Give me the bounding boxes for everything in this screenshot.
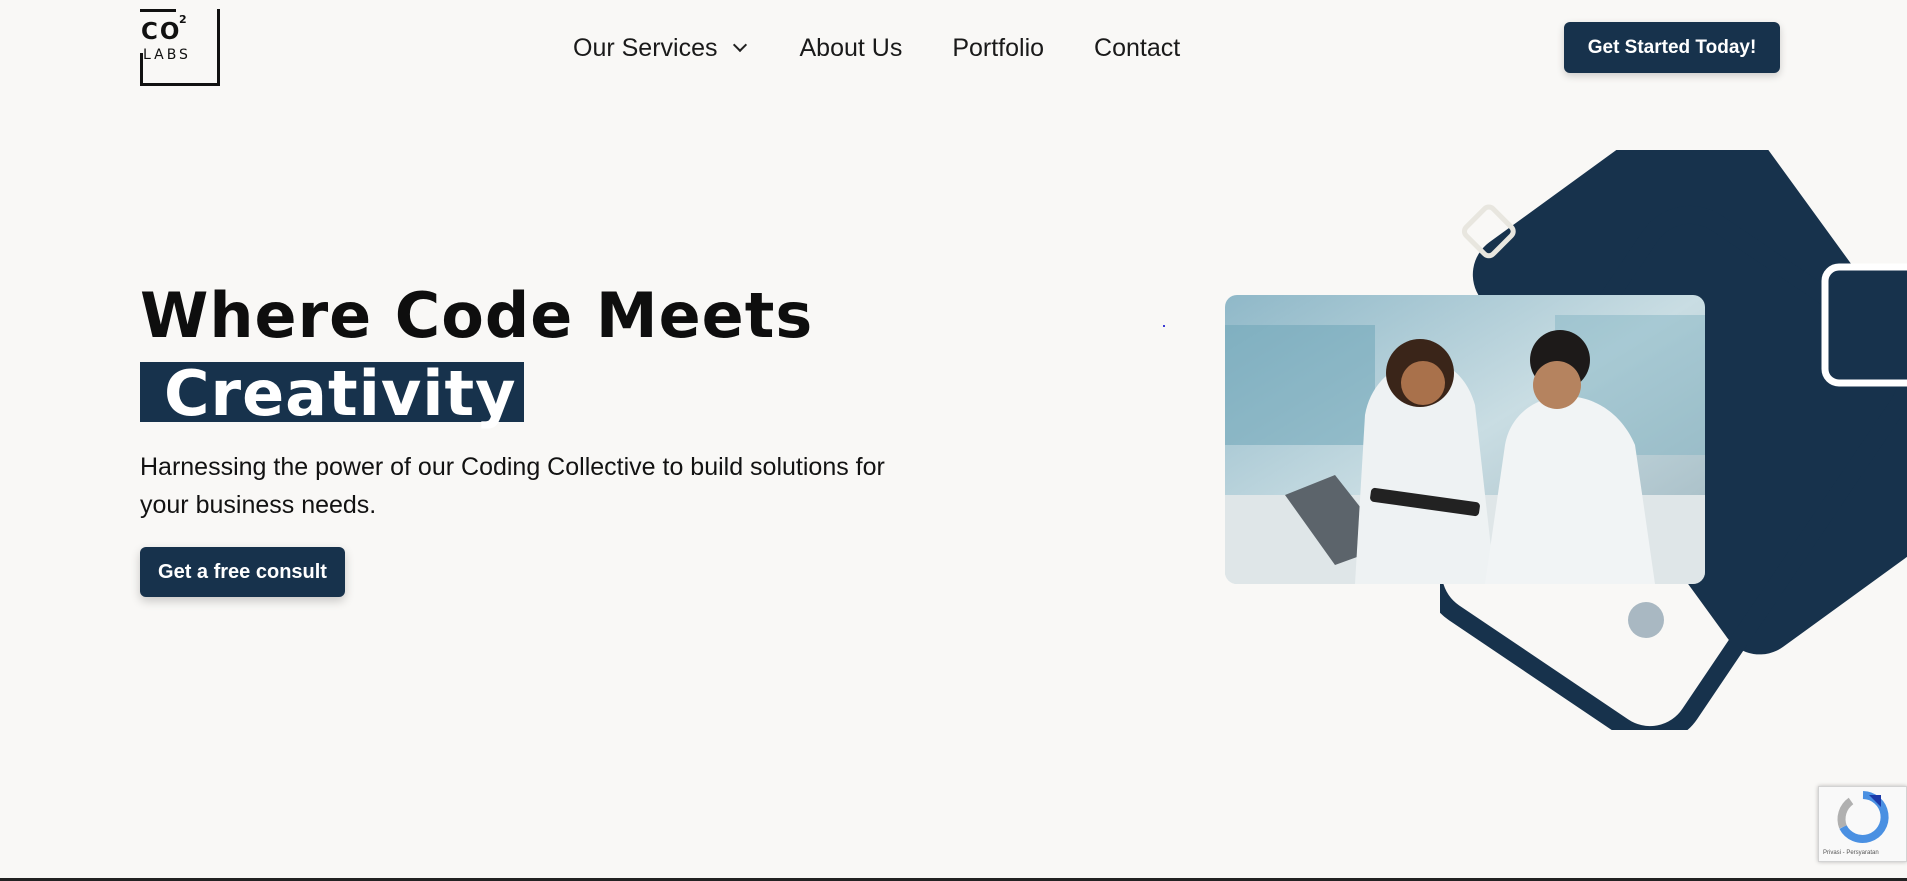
recaptcha-badge[interactable]: Privasi - Persyaratan [1818, 786, 1907, 862]
hero-title: Where Code Meets [140, 279, 814, 352]
chevron-down-icon [733, 37, 748, 53]
nav-item-label: About Us [799, 34, 903, 62]
nav-item-contact[interactable]: Contact [1094, 34, 1180, 63]
recaptcha-label[interactable]: Privasi - Persyaratan [1823, 850, 1879, 856]
free-consult-button[interactable]: Get a free consult [140, 547, 345, 597]
nav-item-label: Contact [1094, 34, 1181, 62]
get-started-button[interactable]: Get Started Today! [1564, 22, 1780, 73]
nav-item-portfolio[interactable]: Portfolio [952, 34, 1044, 63]
logo-text-top: CO [141, 19, 182, 45]
brand-logo[interactable]: CO 2 LABS [140, 9, 220, 86]
hero-title-highlight-box: Creativity [140, 357, 524, 430]
nav-item-about-us[interactable]: About Us [799, 34, 902, 63]
hero-title-highlight: Creativity [164, 357, 517, 430]
logo-text-bottom: LABS [143, 47, 191, 63]
lab-scientists-image [1225, 295, 1705, 584]
hero-subtitle: Harnessing the power of our Coding Colle… [140, 453, 885, 519]
main-nav: Our Services About Us Portfolio Contact [573, 34, 1180, 63]
nav-item-label: Our Services [573, 34, 718, 62]
nav-item-label: Portfolio [952, 34, 1045, 62]
logo-superscript: 2 [179, 13, 187, 26]
recaptcha-icon [1837, 791, 1889, 843]
hero-photo [1225, 295, 1705, 584]
decorative-dot [1163, 325, 1165, 327]
nav-item-our-services[interactable]: Our Services [573, 34, 749, 63]
